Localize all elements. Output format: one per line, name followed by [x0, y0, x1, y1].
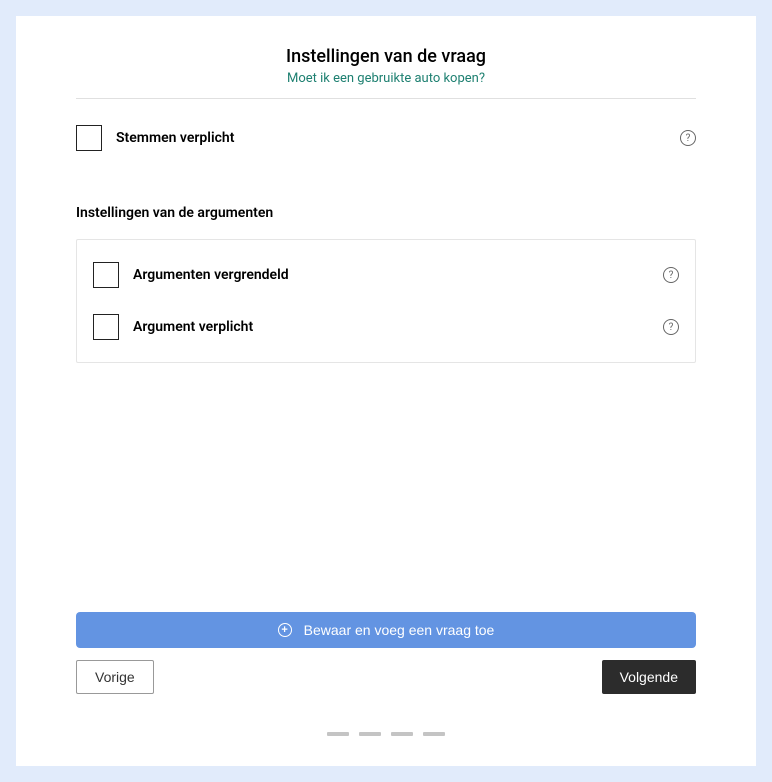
page-title: Instellingen van de vraag: [76, 46, 696, 67]
arguments-settings-box: Argumenten vergrendeld ? Argument verpli…: [76, 239, 696, 363]
plus-circle-icon: +: [278, 623, 292, 637]
arguments-locked-checkbox[interactable]: [93, 262, 119, 288]
help-icon[interactable]: ?: [663, 319, 679, 335]
votes-required-row: Stemmen verplicht ?: [76, 121, 696, 155]
progress-step: [423, 732, 445, 736]
progress-indicator: [76, 732, 696, 736]
setting-left: Argumenten vergrendeld: [93, 262, 289, 288]
votes-required-checkbox[interactable]: [76, 125, 102, 151]
help-icon[interactable]: ?: [663, 267, 679, 283]
settings-card: Instellingen van de vraag Moet ik een ge…: [16, 16, 756, 766]
arguments-locked-label: Argumenten vergrendeld: [133, 267, 289, 283]
argument-required-checkbox[interactable]: [93, 314, 119, 340]
nav-row: Vorige Volgende: [76, 660, 696, 694]
arguments-locked-row: Argumenten vergrendeld ?: [93, 258, 679, 292]
save-add-question-button[interactable]: + Bewaar en voeg een vraag toe: [76, 612, 696, 648]
setting-left: Stemmen verplicht: [76, 125, 234, 151]
footer: + Bewaar en voeg een vraag toe Vorige Vo…: [76, 612, 696, 736]
page-subtitle: Moet ik een gebruikte auto kopen?: [76, 71, 696, 86]
header: Instellingen van de vraag Moet ik een ge…: [76, 46, 696, 99]
spacer: [76, 363, 696, 592]
plus-glyph: +: [281, 625, 287, 636]
arguments-section-title: Instellingen van de argumenten: [76, 205, 696, 221]
save-add-label: Bewaar en voeg een vraag toe: [304, 622, 495, 638]
progress-step: [359, 732, 381, 736]
help-icon[interactable]: ?: [680, 130, 696, 146]
votes-required-label: Stemmen verplicht: [116, 130, 234, 146]
setting-left: Argument verplicht: [93, 314, 253, 340]
progress-step: [391, 732, 413, 736]
argument-required-label: Argument verplicht: [133, 319, 253, 335]
help-glyph: ?: [686, 133, 691, 144]
previous-button[interactable]: Vorige: [76, 660, 154, 694]
next-button[interactable]: Volgende: [602, 660, 696, 694]
progress-step: [327, 732, 349, 736]
help-glyph: ?: [669, 322, 674, 333]
help-glyph: ?: [669, 270, 674, 281]
argument-required-row: Argument verplicht ?: [93, 310, 679, 344]
